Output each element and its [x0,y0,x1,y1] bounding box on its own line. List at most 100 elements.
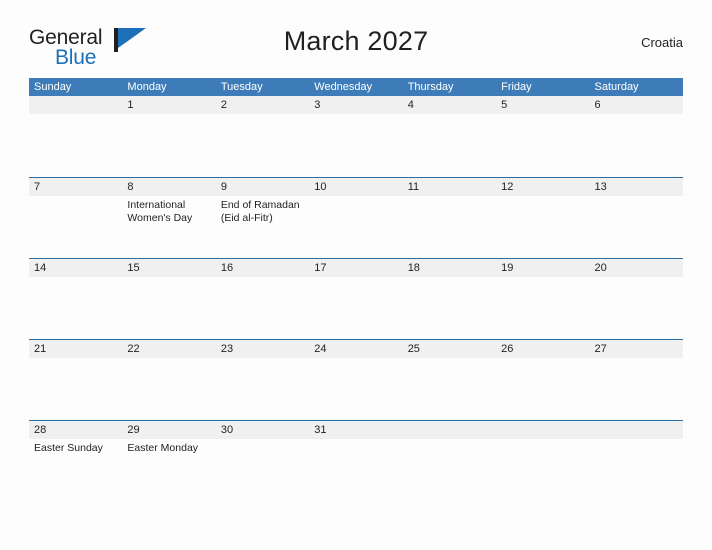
day-number: 21 [34,343,47,355]
day-cell[interactable]: 24 [309,340,402,420]
day-number: 7 [34,181,41,193]
calendar-week-row: 28 Easter Sunday 29 Easter Monday 30 31 [29,420,683,501]
day-cell[interactable]: 4 [403,96,496,177]
day-number: 14 [34,262,47,274]
day-cell[interactable]: 23 [216,340,309,420]
day-cell[interactable]: 8 International Women's Day [122,178,215,258]
day-cell-empty [29,96,122,177]
day-number: 12 [501,181,514,193]
week-cells: 1 2 3 4 5 6 [29,96,683,177]
day-number: 31 [314,424,327,436]
day-number: 2 [220,99,227,111]
day-cell[interactable]: 17 [309,259,402,339]
day-cell[interactable]: 16 [216,259,309,339]
weekday-header-sunday: Sunday [34,81,72,93]
day-cell[interactable]: 6 [590,96,683,177]
day-number: 10 [314,181,327,193]
day-cell[interactable]: 9 End of Ramadan (Eid al-Fitr) [216,178,309,258]
week-cells: 14 15 16 17 18 19 20 [29,259,683,339]
day-number: 17 [314,262,327,274]
day-cell[interactable]: 29 Easter Monday [122,421,215,501]
weekday-header-tuesday: Tuesday [220,81,263,93]
day-number: 20 [594,262,607,274]
calendar-week-row: 7 8 International Women's Day 9 End of Ramada… [29,177,683,258]
calendar-grid: Sunday Monday Tuesday Wednesday Thursday… [29,78,683,501]
day-cell[interactable]: 15 [122,259,215,339]
day-cell[interactable]: 13 [590,178,683,258]
day-cell[interactable]: 10 [309,178,402,258]
day-events: International Women's Day [127,199,215,225]
event-label: International [127,199,186,211]
day-cell[interactable]: 27 [590,340,683,420]
weekday-header-friday: Friday [501,81,532,93]
day-cell[interactable]: 1 [122,96,215,177]
day-number: 22 [127,343,140,355]
day-number: 25 [407,343,420,355]
week-cells: 21 22 23 24 25 26 27 [29,340,683,420]
event-label: End of Ramadan [220,199,300,211]
calendar-week-row: 21 22 23 24 25 26 27 [29,339,683,420]
day-cell[interactable]: 11 [403,178,496,258]
weekday-header-saturday: Saturday [594,81,639,93]
day-number: 15 [127,262,140,274]
day-cell[interactable]: 5 [496,96,589,177]
day-number: 26 [501,343,514,355]
day-events: Easter Monday [127,442,215,455]
day-cell-empty [403,421,496,501]
day-cell[interactable]: 18 [403,259,496,339]
event-label: Easter Sunday [34,442,103,454]
day-cell[interactable]: 19 [496,259,589,339]
day-number: 23 [220,343,234,355]
page-header: General Blue March 2027 Croatia [29,26,683,72]
day-number: 18 [407,262,420,274]
day-number: 5 [501,99,508,111]
region-label: Croatia [641,35,683,50]
day-cell[interactable]: 3 [309,96,402,177]
day-cell[interactable]: 12 [496,178,589,258]
day-cell[interactable]: 14 [29,259,122,339]
calendar-week-row: 14 15 16 17 18 19 20 [29,258,683,339]
day-number: 29 [127,424,140,436]
day-number: 11 [407,181,420,193]
event-label: (Eid al-Fitr) [220,212,273,224]
day-cell[interactable]: 28 Easter Sunday [29,421,122,501]
day-events: End of Ramadan (Eid al-Fitr) [221,199,309,225]
week-cells: 28 Easter Sunday 29 Easter Monday 30 31 [29,421,683,501]
weekday-header-thursday: Thursday [407,81,454,93]
calendar-page: General Blue March 2027 Croatia Sunday M… [0,0,712,550]
day-cell-empty [496,421,589,501]
day-number: 3 [314,99,321,111]
weekday-header-row: Sunday Monday Tuesday Wednesday Thursday… [29,78,683,96]
day-cell-empty [590,421,683,501]
day-number: 30 [220,424,234,436]
day-number: 8 [127,181,134,193]
day-cell[interactable]: 20 [590,259,683,339]
day-number: 16 [220,262,234,274]
day-cell[interactable]: 31 [309,421,402,501]
day-cell[interactable]: 7 [29,178,122,258]
calendar-weeks: 1 2 3 4 5 6 7 8 International Women's Day 9 End of … [29,96,683,501]
day-number: 19 [501,262,514,274]
day-events: Easter Sunday [34,442,122,455]
day-number: 27 [594,343,607,355]
day-cell[interactable]: 26 [496,340,589,420]
day-number: 13 [594,181,607,193]
day-number: 6 [594,99,601,111]
event-label: Easter Monday [127,442,199,454]
day-cell[interactable]: 21 [29,340,122,420]
weekday-header-monday: Monday [127,81,167,93]
day-cell[interactable]: 22 [122,340,215,420]
day-number: 1 [127,99,134,111]
day-cell[interactable]: 25 [403,340,496,420]
day-number: 4 [407,99,414,111]
day-cell[interactable]: 30 [216,421,309,501]
calendar-week-row: 1 2 3 4 5 6 [29,96,683,177]
day-number: 24 [314,343,327,355]
day-cell[interactable]: 2 [216,96,309,177]
event-label: Women's Day [127,212,193,224]
day-number: 9 [220,181,227,193]
day-number: 28 [34,424,47,436]
weekday-header-wednesday: Wednesday [314,81,373,93]
week-cells: 7 8 International Women's Day 9 End of Ramada… [29,178,683,258]
page-title: March 2027 [283,26,429,56]
